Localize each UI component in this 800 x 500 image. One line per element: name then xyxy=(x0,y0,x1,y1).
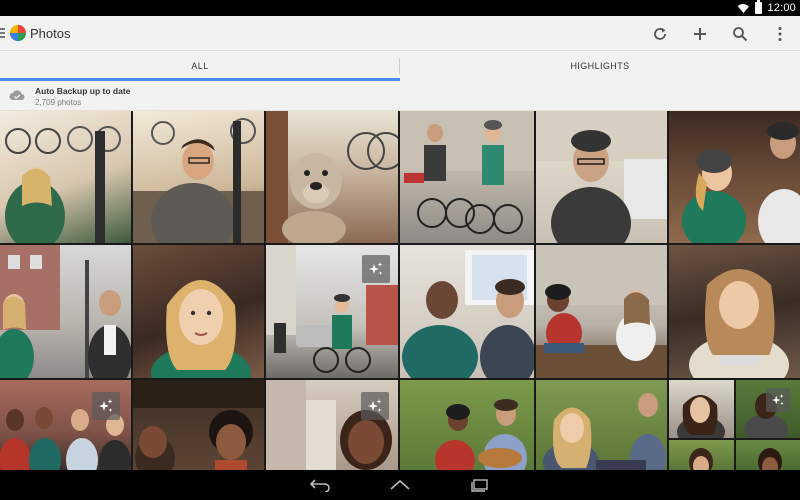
photo-content xyxy=(435,399,527,470)
back-button[interactable] xyxy=(308,475,332,495)
auto-awesome-icon xyxy=(369,262,383,275)
auto-backup-status[interactable]: Auto Backup up to date 2,709 photos xyxy=(0,81,800,111)
photo-thumbnail[interactable] xyxy=(0,380,131,470)
refresh-button[interactable] xyxy=(650,24,670,44)
auto-awesome-icon xyxy=(771,393,784,406)
photo-content xyxy=(536,111,667,243)
photo-content xyxy=(677,395,725,438)
photo-content xyxy=(682,122,800,243)
photo-thumbnail[interactable] xyxy=(536,111,667,243)
photo-thumbnail[interactable] xyxy=(0,245,131,378)
photo-thumbnail[interactable] xyxy=(400,245,534,378)
photo-content xyxy=(689,448,713,470)
auto-awesome-badge xyxy=(92,392,120,420)
photo-thumbnail[interactable] xyxy=(0,111,131,243)
photo-thumbnail[interactable] xyxy=(536,380,667,470)
photo-grid xyxy=(0,111,800,470)
auto-awesome-badge xyxy=(361,392,389,420)
backup-status-title: Auto Backup up to date xyxy=(35,86,131,96)
add-button[interactable] xyxy=(690,24,710,44)
photo-content xyxy=(536,245,667,378)
tab-bar: ALL HIGHLIGHTS xyxy=(0,51,800,81)
auto-awesome-badge xyxy=(362,255,390,283)
overflow-menu-button[interactable] xyxy=(770,24,790,44)
photo-thumbnail[interactable] xyxy=(133,245,264,378)
add-icon xyxy=(694,28,706,40)
app-title[interactable]: Photos xyxy=(30,26,70,41)
search-button[interactable] xyxy=(730,24,750,44)
photo-thumbnail[interactable] xyxy=(736,440,800,470)
recents-icon xyxy=(471,479,488,492)
refresh-icon xyxy=(654,28,666,40)
photo-content xyxy=(543,393,666,470)
home-icon xyxy=(390,479,410,490)
photo-count: 2,709 photos xyxy=(35,98,82,107)
status-bar: 12:00 xyxy=(0,0,800,16)
photo-thumbnail[interactable] xyxy=(669,111,800,243)
battery-icon xyxy=(755,0,763,14)
drawer-indicator-icon[interactable] xyxy=(0,28,5,38)
photo-content xyxy=(133,380,264,470)
tab-highlights[interactable]: HIGHLIGHTS xyxy=(400,51,800,81)
auto-awesome-icon xyxy=(368,399,382,412)
photo-content xyxy=(758,448,782,470)
photo-content xyxy=(689,269,789,378)
photo-thumbnail[interactable] xyxy=(536,245,667,378)
photo-thumbnail[interactable] xyxy=(266,380,398,470)
photo-thumbnail[interactable] xyxy=(266,245,398,378)
status-icons: 12:00 xyxy=(736,0,796,15)
photo-content xyxy=(400,111,534,234)
overflow-menu-icon xyxy=(778,27,782,41)
photo-thumbnail[interactable] xyxy=(133,111,264,243)
photo-content xyxy=(402,250,534,378)
auto-awesome-badge xyxy=(766,388,790,412)
photo-thumbnail[interactable] xyxy=(669,380,734,438)
photo-thumbnail[interactable] xyxy=(400,111,534,243)
recents-button[interactable] xyxy=(468,475,492,495)
photo-thumbnail[interactable] xyxy=(133,380,264,470)
back-icon xyxy=(309,479,330,492)
action-bar: Photos xyxy=(0,16,800,51)
tab-divider xyxy=(399,58,400,74)
photo-content xyxy=(133,118,264,243)
tab-all[interactable]: ALL xyxy=(0,51,400,81)
photo-thumbnail[interactable] xyxy=(669,440,734,470)
photos-logo-icon[interactable] xyxy=(9,24,27,42)
auto-awesome-icon xyxy=(99,399,113,412)
navigation-bar xyxy=(0,470,800,500)
search-icon xyxy=(733,27,748,42)
photo-thumbnail[interactable] xyxy=(736,380,800,438)
photo-content xyxy=(151,280,251,378)
photo-content xyxy=(5,126,121,243)
status-clock: 12:00 xyxy=(767,2,796,14)
photo-thumbnail[interactable] xyxy=(400,380,534,470)
wifi-icon xyxy=(736,3,750,14)
photo-thumbnail[interactable] xyxy=(669,245,800,378)
home-button[interactable] xyxy=(388,475,412,495)
photo-thumbnail[interactable] xyxy=(266,111,398,243)
photo-content xyxy=(0,245,131,378)
photo-content xyxy=(266,111,398,243)
cloud-done-icon xyxy=(9,90,25,100)
